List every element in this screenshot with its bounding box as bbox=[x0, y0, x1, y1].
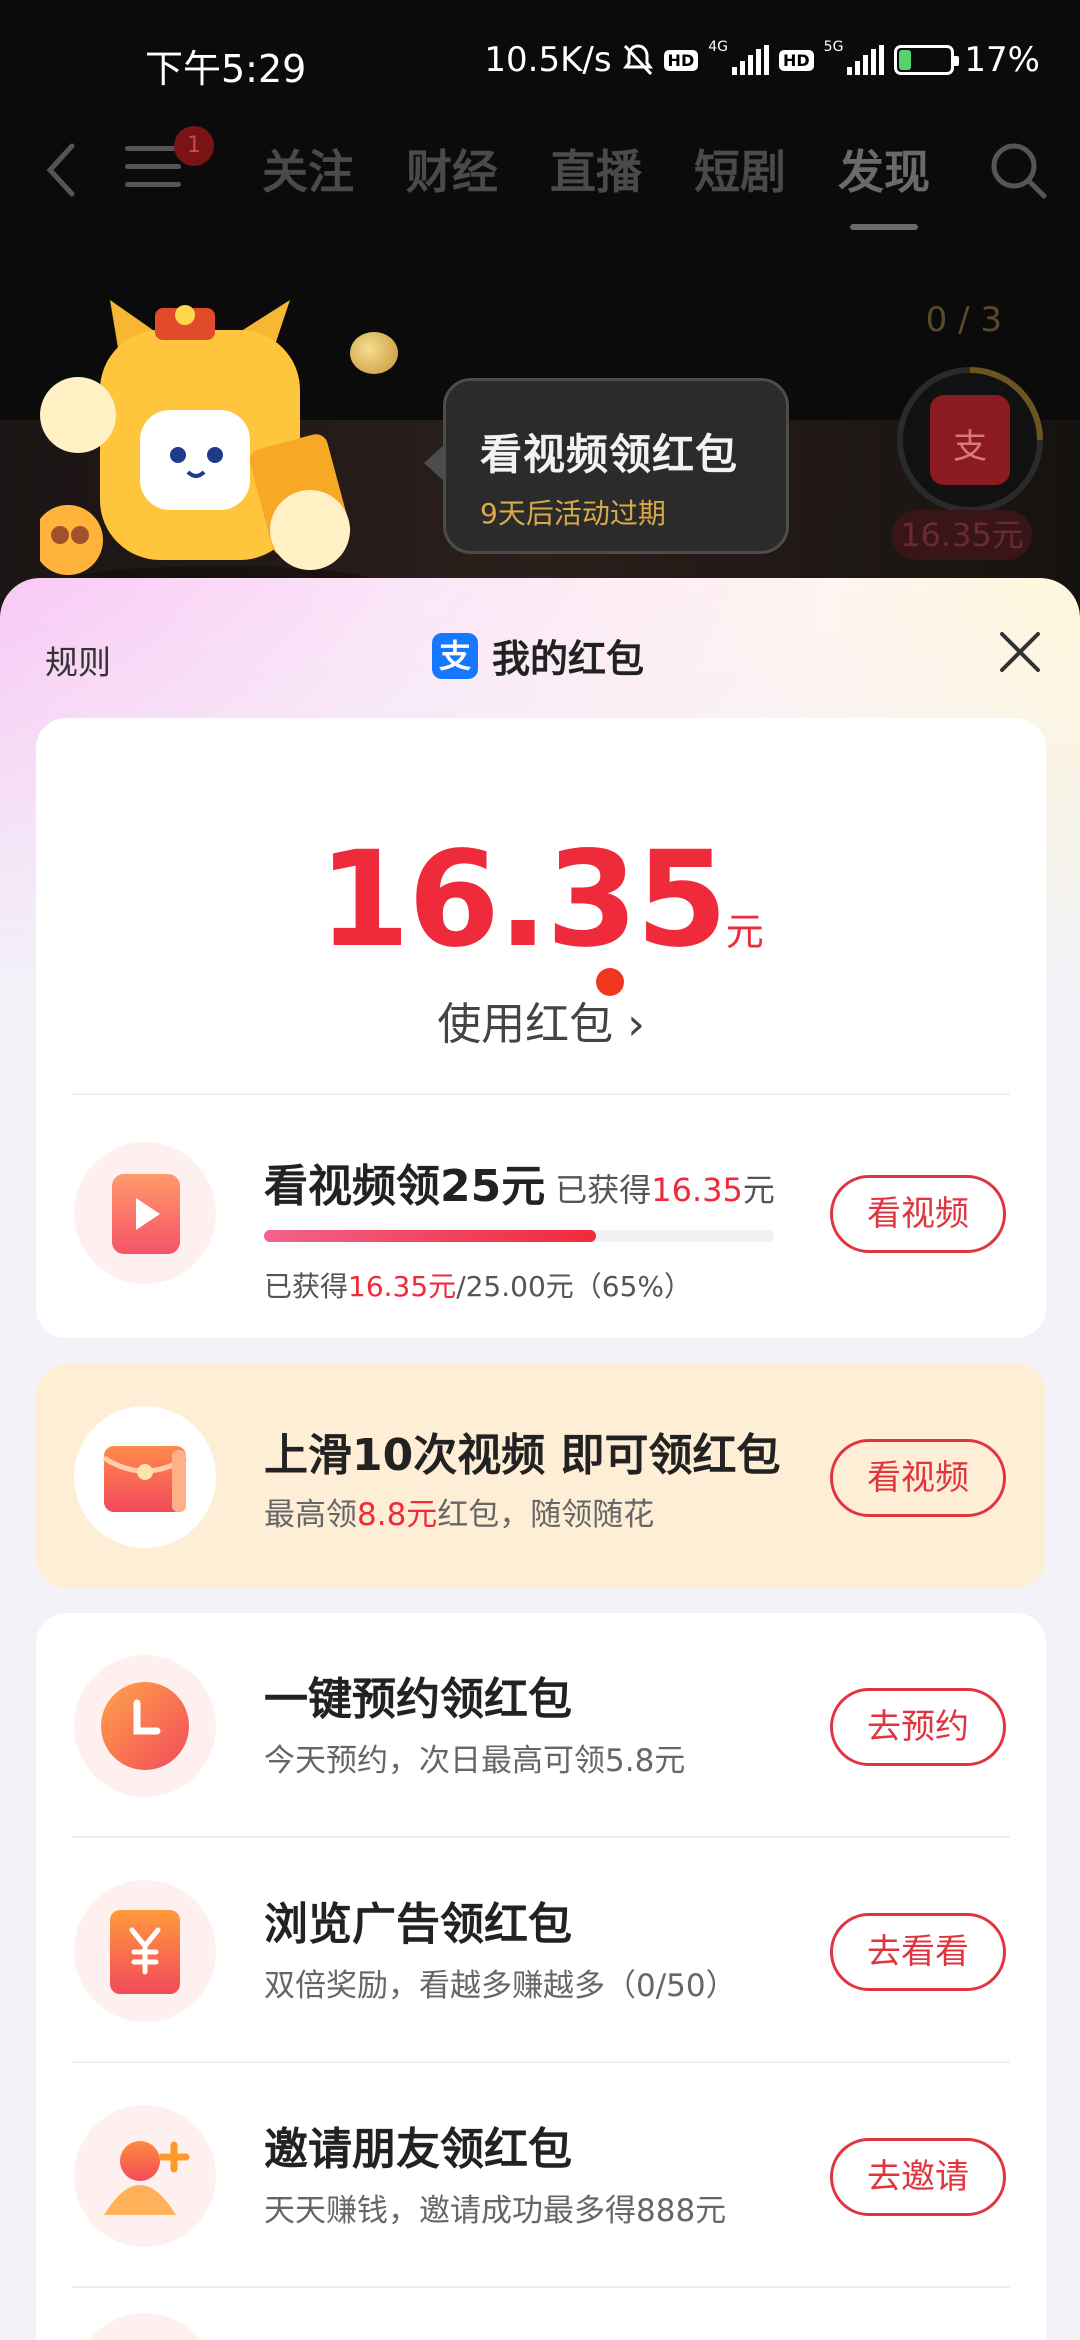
yuan-icon bbox=[110, 1910, 180, 1994]
balance-value: 16.35 bbox=[318, 823, 728, 977]
reserve-button[interactable]: 去预约 bbox=[830, 1688, 1006, 1766]
video-task-icon-wrap bbox=[74, 1142, 216, 1284]
ring-amount: 16.35元 bbox=[892, 510, 1032, 560]
earned-unit: 元 bbox=[742, 1171, 775, 1209]
use-red-packet-link[interactable]: 使用红包 › bbox=[36, 988, 1046, 1052]
tab-finance[interactable]: 财经 bbox=[406, 136, 498, 202]
mute-bell-icon bbox=[622, 44, 653, 76]
promo-task-desc: 最高领8.8元红包，随领随花 bbox=[264, 1489, 654, 1534]
notification-dot bbox=[596, 968, 624, 996]
rules-link[interactable]: 规则 bbox=[45, 636, 111, 684]
earned-value: 16.35 bbox=[651, 1171, 743, 1209]
divider bbox=[72, 1093, 1010, 1095]
progress-prefix: 已获得 bbox=[264, 1270, 349, 1303]
red-packet-ring-icon[interactable]: 支 bbox=[890, 360, 1050, 530]
promo-desc-value: 8.8元 bbox=[357, 1497, 438, 1533]
promo-desc-prefix: 最高领 bbox=[264, 1497, 357, 1533]
red-packet-icon bbox=[102, 1446, 188, 1512]
network-speed: 10.5K/s bbox=[484, 40, 612, 80]
bubble-title: 看视频领红包 bbox=[480, 430, 739, 479]
video-progress-text: 已获得16.35元/25.00元（65%） bbox=[264, 1265, 692, 1305]
signal-bars-icon-2 bbox=[847, 45, 885, 75]
task-title: 一键预约领红包 bbox=[264, 1674, 572, 1725]
progress-value: 16.35元 bbox=[348, 1270, 457, 1303]
promo-task-title: 上滑10次视频 即可领红包 bbox=[264, 1430, 781, 1481]
earned-prefix: 已获得 bbox=[555, 1171, 652, 1209]
promo-bubble[interactable]: 看视频领红包 9天后活动过期 bbox=[424, 378, 789, 554]
watch-video-button[interactable]: 看视频 bbox=[830, 1175, 1006, 1253]
video-progress-bar bbox=[264, 1230, 774, 1242]
task-desc: 天天赚钱，邀请成功最多得888元 bbox=[264, 2193, 727, 2229]
top-nav: 1 关注 财经 直播 短剧 发现 bbox=[0, 126, 1080, 276]
promo-card: 上滑10次视频 即可领红包 最高领8.8元红包，随领随花 看视频 bbox=[36, 1364, 1046, 1588]
tab-follow[interactable]: 关注 bbox=[262, 136, 354, 202]
sheet-header: 规则 支 我的红包 bbox=[0, 578, 1080, 718]
notification-badge: 1 bbox=[174, 126, 214, 166]
task-list-card: 一键预约领红包 今天预约，次日最高可领5.8元 去预约 浏览广告领红包 双倍奖励… bbox=[36, 1613, 1046, 2340]
video-progress-fill bbox=[264, 1230, 596, 1242]
task-title: 浏览广告领红包 bbox=[264, 1899, 572, 1950]
balance-card: 16.35元 使用红包 › 看视频领25元 已获得16.35元 已获得16.35元… bbox=[36, 718, 1046, 1338]
search-icon[interactable] bbox=[986, 138, 1050, 202]
video-task-earned: 已获得16.35元 bbox=[555, 1171, 775, 1209]
status-time: 下午5:29 bbox=[145, 47, 307, 91]
use-red-packet-label: 使用红包 bbox=[437, 999, 614, 1050]
gold-coin-icon bbox=[350, 332, 398, 374]
balance-unit: 元 bbox=[725, 910, 764, 954]
close-icon[interactable] bbox=[990, 622, 1050, 682]
back-arrow-icon[interactable] bbox=[38, 140, 88, 200]
bubble-subtitle: 9天后活动过期 bbox=[480, 497, 666, 530]
tab-discover[interactable]: 发现 bbox=[838, 136, 930, 230]
sheet-title: 支 我的红包 bbox=[432, 628, 644, 683]
progress-suffix: /25.00元（65%） bbox=[456, 1270, 693, 1303]
tab-short-drama[interactable]: 短剧 bbox=[694, 136, 786, 202]
task-desc: 今天预约，次日最高可领5.8元 bbox=[264, 1743, 686, 1779]
network-type-2: 5G bbox=[823, 39, 844, 55]
balance-amount: 16.35元 bbox=[36, 823, 1046, 977]
battery-icon bbox=[894, 45, 960, 75]
invite-button[interactable]: 去邀请 bbox=[830, 2138, 1006, 2216]
task-row-browse-ads: 浏览广告领红包 双倍奖励，看越多赚越多（0/50） 去看看 bbox=[36, 1838, 1046, 2063]
tab-live[interactable]: 直播 bbox=[550, 136, 642, 202]
divider bbox=[72, 2286, 1010, 2288]
red-packet-sheet: 规则 支 我的红包 16.35元 使用红包 › 看视频领25元 已获得16.35… bbox=[0, 578, 1080, 2340]
ring-glyph: 支 bbox=[953, 427, 987, 467]
task-icon-wrap bbox=[74, 2105, 216, 2247]
add-user-icon bbox=[104, 2141, 190, 2215]
alipay-icon: 支 bbox=[432, 632, 478, 679]
status-icons: 10.5K/s HD 4G HD 5G 17% bbox=[484, 40, 1040, 80]
network-type-1: 4G bbox=[708, 39, 728, 55]
hd-badge: HD bbox=[663, 49, 699, 71]
task-row-invite: 邀请朋友领红包 天天赚钱，邀请成功最多得888元 去邀请 bbox=[36, 2063, 1046, 2288]
hd-badge-2: HD bbox=[778, 49, 814, 71]
video-task-title-text: 看视频领25元 bbox=[264, 1161, 546, 1212]
clock-icon bbox=[101, 1682, 189, 1770]
video-task-title: 看视频领25元 已获得16.35元 bbox=[264, 1150, 775, 1214]
task-row-reserve: 一键预约领红包 今天预约，次日最高可领5.8元 去预约 bbox=[36, 1613, 1046, 1838]
menu-icon[interactable] bbox=[125, 146, 181, 194]
task-title: 邀请朋友领红包 bbox=[264, 2124, 572, 2175]
chevron-right-icon: › bbox=[627, 999, 645, 1050]
status-bar: 下午5:29 10.5K/s HD 4G HD 5G 17% bbox=[0, 0, 1080, 126]
task-desc: 双倍奖励，看越多赚越多（0/50） bbox=[264, 1968, 737, 2004]
task-counter: 0 / 3 bbox=[925, 300, 1002, 340]
battery-percent: 17% bbox=[964, 40, 1040, 80]
signal-bars-icon bbox=[731, 45, 769, 75]
lucky-cat-mascot-icon bbox=[40, 300, 370, 590]
sheet-title-text: 我的红包 bbox=[492, 637, 645, 681]
browse-ads-button[interactable]: 去看看 bbox=[830, 1913, 1006, 1991]
promo-desc-suffix: 红包，随领随花 bbox=[437, 1497, 655, 1533]
promo-task-icon-wrap bbox=[74, 1406, 216, 1548]
nav-tabs: 关注 财经 直播 短剧 发现 bbox=[262, 136, 930, 230]
task-icon-wrap bbox=[74, 2313, 216, 2340]
play-icon bbox=[112, 1174, 180, 1254]
promo-task: 上滑10次视频 即可领红包 最高领8.8元红包，随领随花 看视频 bbox=[36, 1364, 1046, 1589]
task-icon-wrap bbox=[74, 1655, 216, 1797]
task-icon-wrap bbox=[74, 1880, 216, 2022]
video-task: 看视频领25元 已获得16.35元 已获得16.35元/25.00元（65%） 看… bbox=[36, 1100, 1046, 1325]
promo-watch-video-button[interactable]: 看视频 bbox=[830, 1439, 1006, 1517]
